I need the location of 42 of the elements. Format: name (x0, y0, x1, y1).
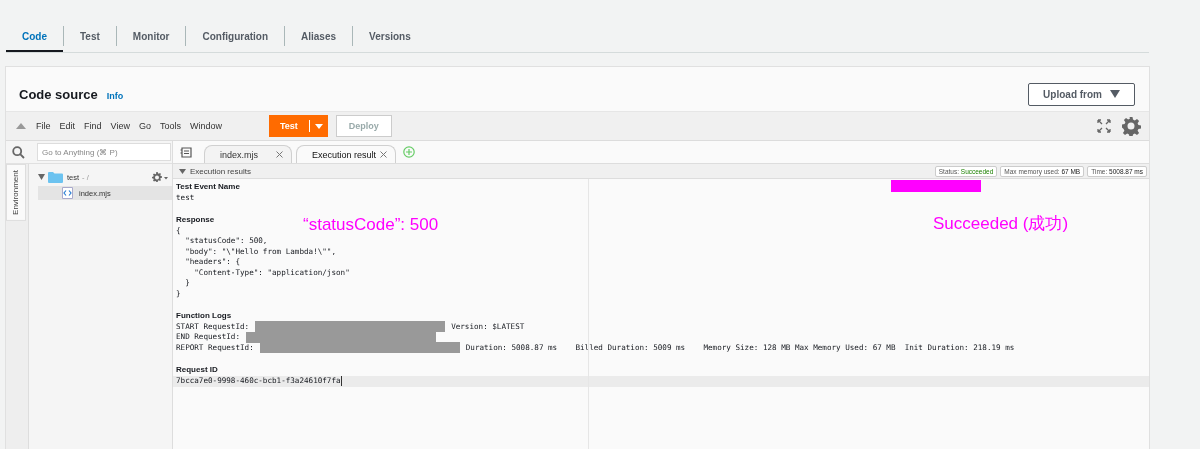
search-field[interactable]: Go to Anything (⌘ P) (37, 143, 171, 161)
section-heading: Test Event Name (176, 182, 240, 193)
menu-item[interactable]: Go (138, 121, 151, 131)
search-icon (12, 145, 25, 159)
tab[interactable]: Code (6, 20, 63, 52)
tab[interactable]: Aliases (285, 26, 354, 46)
editor-tab[interactable]: index.mjs (204, 145, 292, 163)
section-heading: Response (176, 215, 215, 226)
panel-list-icon (180, 147, 192, 158)
settings-icon (1121, 116, 1141, 136)
info-link[interactable]: Info (106, 90, 124, 101)
text-cursor (340, 376, 342, 386)
panel-title: Code source (19, 86, 98, 102)
menu-item[interactable]: Window (189, 121, 222, 131)
add-tab-icon (403, 146, 416, 158)
annotation-text: “statusCode”: 500 (303, 215, 439, 235)
collapse-arrow-icon (179, 168, 186, 174)
upload-button[interactable]: Upload from (1028, 82, 1135, 106)
close-icon (276, 151, 283, 158)
menu-item[interactable]: File (36, 121, 51, 131)
tab[interactable]: Monitor (116, 26, 187, 46)
tab[interactable]: Configuration (186, 26, 286, 46)
results-title[interactable]: Execution results (179, 166, 251, 176)
menu-item[interactable]: Find (84, 121, 102, 131)
section-heading: Function Logs (176, 311, 232, 322)
folder-icon (48, 171, 63, 183)
code-file-icon (62, 187, 73, 199)
caret-icon (1110, 90, 1120, 98)
fullscreen-icon (1097, 119, 1111, 133)
menu-item[interactable]: Tools (159, 121, 181, 131)
caret-icon (314, 123, 323, 129)
menu-item[interactable]: Edit (59, 121, 76, 131)
side-tab[interactable]: Environment (6, 164, 26, 221)
editor-tab[interactable]: Execution result (296, 145, 397, 163)
annotation-text: Succeeded (成功) (933, 213, 1069, 235)
menu-item[interactable]: View (110, 121, 130, 131)
tab[interactable]: Test (63, 26, 117, 46)
section-heading: Request ID (176, 365, 218, 376)
collapse-icon (16, 123, 26, 129)
gear-menu-icon (152, 171, 168, 183)
tab[interactable]: Versions (353, 26, 427, 46)
close-icon (380, 151, 388, 158)
